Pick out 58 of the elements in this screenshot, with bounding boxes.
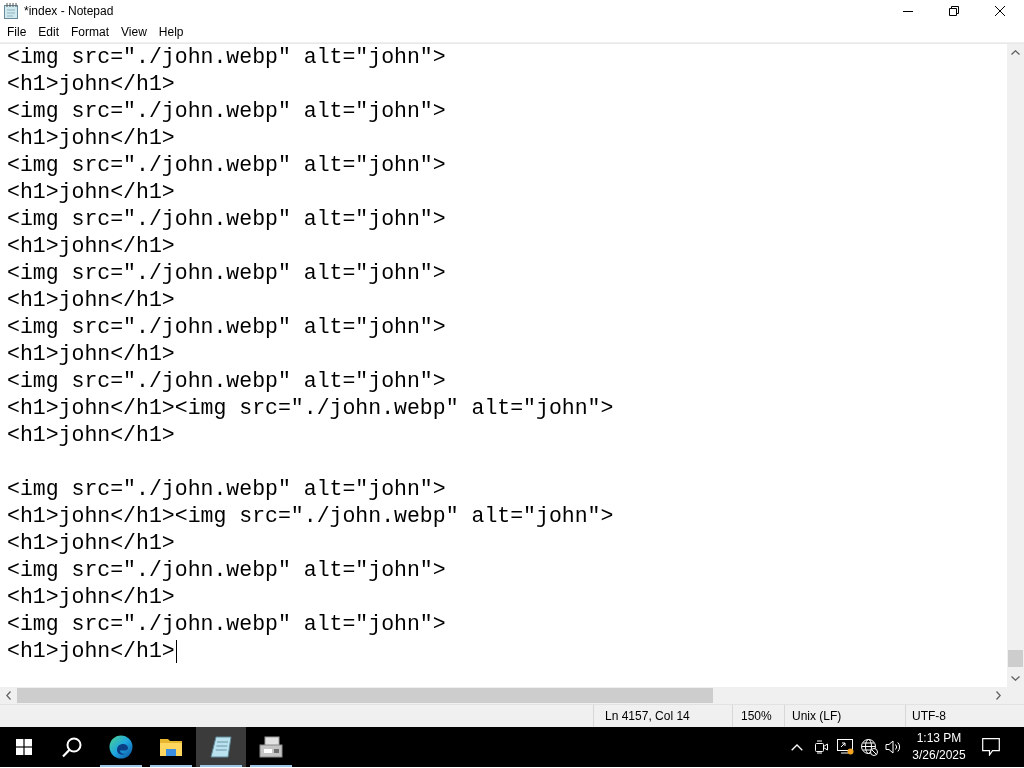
window-title: *index - Notepad bbox=[24, 4, 114, 18]
code-line: <h1>john</h1><img src="./john.webp" alt="john"> bbox=[7, 503, 614, 530]
zoom-level: 150% bbox=[741, 709, 772, 723]
code-line: <h1>john</h1> bbox=[7, 341, 175, 368]
windows-logo-icon bbox=[16, 739, 32, 755]
code-line: <h1>john</h1> bbox=[7, 179, 175, 206]
horizontal-scrollbar[interactable] bbox=[0, 687, 1007, 704]
camera-icon bbox=[813, 740, 829, 754]
speaker-icon bbox=[884, 740, 902, 754]
notification-icon bbox=[982, 738, 1000, 756]
clock-button[interactable]: 1:13 PM 3/26/2025 bbox=[907, 727, 971, 767]
code-line: <img src="./john.webp" alt="john"> bbox=[7, 611, 446, 638]
minimize-icon bbox=[903, 10, 913, 12]
chevron-up-icon bbox=[1011, 50, 1020, 55]
code-line: <img src="./john.webp" alt="john"> bbox=[7, 152, 446, 179]
monitor-icon bbox=[836, 739, 854, 755]
code-line: <img src="./john.webp" alt="john"> bbox=[7, 206, 446, 233]
folder-icon bbox=[159, 737, 183, 757]
cursor-position: Ln 4157, Col 14 bbox=[605, 709, 690, 723]
menu-item[interactable]: Help bbox=[152, 22, 190, 42]
notepad-icon bbox=[209, 735, 233, 759]
code-line: <h1>john</h1> bbox=[7, 287, 175, 314]
code-line: <img src="./john.webp" alt="john"> bbox=[7, 557, 446, 584]
scrollbar-thumb[interactable] bbox=[17, 688, 713, 703]
code-line: <h1>john</h1> bbox=[7, 125, 175, 152]
chevron-right-icon bbox=[996, 691, 1001, 700]
code-line: <h1>john</h1> bbox=[7, 530, 175, 557]
chevron-down-icon bbox=[1011, 676, 1020, 681]
printer-icon bbox=[259, 736, 283, 758]
code-line: <img src="./john.webp" alt="john"> bbox=[7, 476, 446, 503]
menu-item[interactable]: Format bbox=[65, 22, 116, 42]
scrollbar-thumb[interactable] bbox=[1008, 650, 1023, 667]
code-line: <h1>john</h1> bbox=[7, 638, 175, 665]
restore-icon bbox=[949, 6, 959, 16]
encoding: UTF-8 bbox=[912, 709, 946, 723]
code-line: <h1>john</h1> bbox=[7, 71, 175, 98]
search-icon bbox=[62, 736, 82, 758]
chevron-up-icon bbox=[791, 743, 803, 751]
code-line: <h1>john</h1> bbox=[7, 422, 175, 449]
chevron-left-icon bbox=[6, 691, 11, 700]
browser-icon bbox=[109, 735, 133, 759]
code-line: <h1>john</h1> bbox=[7, 584, 175, 611]
code-line: <img src="./john.webp" alt="john"> bbox=[7, 260, 446, 287]
notepad-icon bbox=[4, 3, 18, 19]
code-line: <h1>john</h1><img src="./john.webp" alt="john"> bbox=[7, 395, 614, 422]
taskbar-app-button[interactable] bbox=[196, 727, 246, 767]
globe-icon bbox=[860, 738, 878, 756]
code-line: <img src="./john.webp" alt="john"> bbox=[7, 44, 446, 71]
code-line: <h1>john</h1> bbox=[7, 233, 175, 260]
vertical-scrollbar[interactable] bbox=[1007, 44, 1024, 687]
close-icon bbox=[995, 6, 1005, 16]
code-line: <img src="./john.webp" alt="john"> bbox=[7, 98, 446, 125]
menu-item[interactable]: View bbox=[115, 22, 153, 42]
code-line: <img src="./john.webp" alt="john"> bbox=[7, 314, 446, 341]
menu-item[interactable]: File bbox=[1, 22, 33, 42]
menu-item[interactable]: Edit bbox=[32, 22, 66, 42]
line-ending: Unix (LF) bbox=[792, 709, 842, 723]
code-line: <img src="./john.webp" alt="john"> bbox=[7, 368, 446, 395]
